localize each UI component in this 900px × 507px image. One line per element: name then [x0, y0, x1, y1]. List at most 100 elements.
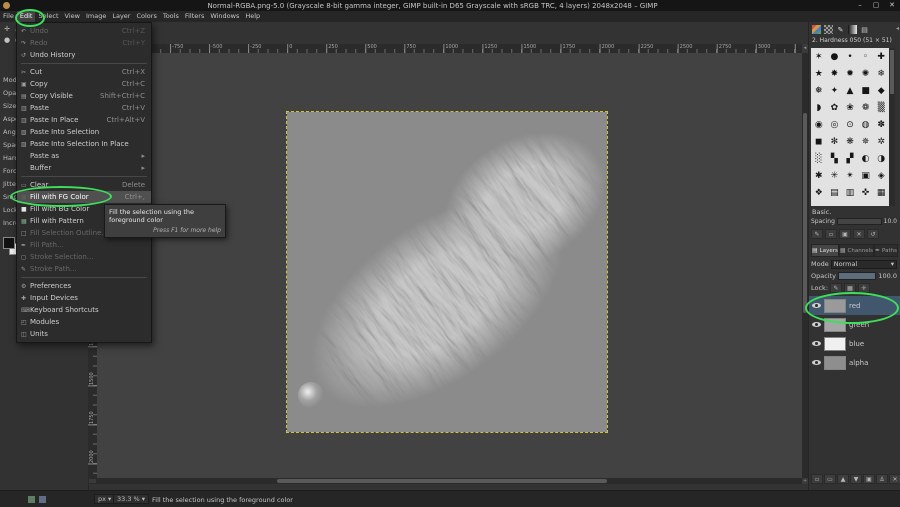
maximize-button[interactable]: ▢: [868, 0, 884, 11]
dock-tab-icon[interactable]: [860, 25, 869, 34]
horizontal-scrollbar[interactable]: [97, 478, 802, 484]
quickmask-toggle[interactable]: [88, 478, 97, 484]
brush-thumbnail[interactable]: ❁: [858, 99, 874, 116]
visibility-eye-icon[interactable]: [812, 322, 821, 327]
brush-thumbnail[interactable]: ✶: [811, 48, 827, 65]
minimize-button[interactable]: –: [852, 0, 868, 11]
menu-item[interactable]: ▧ Paste Into Selection: [17, 126, 151, 138]
brush-thumbnail[interactable]: ▚: [827, 150, 843, 167]
visibility-eye-icon[interactable]: [812, 303, 821, 308]
layers-action-button[interactable]: ▫: [811, 474, 823, 484]
brush-action-button[interactable]: ↺: [867, 229, 879, 239]
lock-toggle-button[interactable]: ✎: [830, 283, 842, 293]
layers-action-button[interactable]: ▭: [824, 474, 836, 484]
menubar-item[interactable]: Edit: [17, 11, 36, 22]
menu-item[interactable]: ▭ Clear Delete: [17, 179, 151, 191]
brush-thumbnail[interactable]: ◆: [873, 82, 889, 99]
brush-thumbnail[interactable]: ◦: [858, 48, 874, 65]
brush-thumbnail[interactable]: ❋: [842, 133, 858, 150]
zoom-select[interactable]: 33.3 % ▾: [113, 494, 149, 504]
brush-thumbnail[interactable]: ✿: [827, 99, 843, 116]
dock-tab[interactable]: ✒ Paths: [874, 244, 898, 257]
brush-thumbnail[interactable]: ▞: [842, 150, 858, 167]
lock-toggle-button[interactable]: ✛: [858, 283, 870, 293]
menu-item[interactable]: [21, 63, 147, 64]
layers-action-button[interactable]: ✕: [889, 474, 900, 484]
brush-thumbnail[interactable]: ▦: [873, 184, 889, 201]
menu-item[interactable]: ✎ Stroke Path...: [17, 263, 151, 275]
menu-item[interactable]: ✂ Cut Ctrl+X: [17, 66, 151, 78]
brush-thumbnail[interactable]: ◈: [873, 167, 889, 184]
menubar-item[interactable]: Tools: [160, 11, 182, 22]
layer-row[interactable]: red: [809, 296, 900, 315]
brush-thumbnail[interactable]: ◑: [873, 150, 889, 167]
brush-thumbnail[interactable]: ◼: [811, 133, 827, 150]
layer-row[interactable]: alpha: [809, 353, 900, 372]
dock-tab-icon[interactable]: [812, 25, 821, 34]
visibility-eye-icon[interactable]: [812, 360, 821, 365]
spacing-value[interactable]: 10.0: [884, 218, 897, 225]
brush-action-button[interactable]: ✕: [853, 229, 865, 239]
brush-thumbnail[interactable]: ◗: [811, 99, 827, 116]
tool-icon[interactable]: ✛: [2, 24, 12, 34]
brush-thumbnail[interactable]: ✸: [827, 65, 843, 82]
layer-row[interactable]: blue: [809, 334, 900, 353]
menu-item[interactable]: ◻ Stroke Selection...: [17, 251, 151, 263]
dock-tab-icon[interactable]: [848, 25, 857, 34]
brush-thumbnail[interactable]: ✴: [842, 167, 858, 184]
brush-thumbnail[interactable]: ◉: [811, 116, 827, 133]
brush-thumbnail[interactable]: ▥: [842, 184, 858, 201]
layer-thumbnail[interactable]: [824, 337, 846, 351]
menubar-item[interactable]: Select: [35, 11, 61, 22]
layers-action-button[interactable]: ⚓: [876, 474, 888, 484]
menubar-item[interactable]: File: [0, 11, 17, 22]
menu-item[interactable]: ⌨ Keyboard Shortcuts: [17, 304, 151, 316]
brush-thumbnail[interactable]: ◐: [858, 150, 874, 167]
dock-tab-icon[interactable]: [836, 25, 845, 34]
opacity-slider[interactable]: [838, 272, 876, 280]
menu-item[interactable]: ◫ Units: [17, 328, 151, 340]
brush-scrollbar-thumb[interactable]: [890, 50, 894, 94]
tool-icon[interactable]: ●: [2, 35, 12, 45]
layers-action-button[interactable]: ▣: [863, 474, 875, 484]
brush-action-button[interactable]: ✎: [811, 229, 823, 239]
brush-thumbnail[interactable]: ●: [827, 48, 843, 65]
spacing-slider[interactable]: [837, 218, 882, 225]
brush-thumbnail[interactable]: ▣: [858, 167, 874, 184]
close-button[interactable]: ✕: [884, 0, 900, 11]
dock-tab-icon[interactable]: [824, 25, 833, 34]
brush-thumbnail[interactable]: ★: [811, 65, 827, 82]
menu-item[interactable]: ✒ Fill Path...: [17, 239, 151, 251]
brush-thumbnail[interactable]: ✵: [858, 133, 874, 150]
brush-thumbnail[interactable]: ◎: [827, 116, 843, 133]
brush-thumbnail[interactable]: ▒: [873, 99, 889, 116]
layer-thumbnail[interactable]: [824, 356, 846, 370]
menubar-item[interactable]: Colors: [133, 11, 159, 22]
menu-item[interactable]: ↺ Undo History: [17, 49, 151, 61]
opacity-value[interactable]: 100.0: [878, 272, 897, 280]
canvas-image[interactable]: [287, 112, 607, 432]
layer-thumbnail[interactable]: [824, 318, 846, 332]
menu-item[interactable]: Buffer ▸: [17, 162, 151, 174]
menu-item[interactable]: ▥ Paste In Place Ctrl+Alt+V: [17, 114, 151, 126]
menubar-item[interactable]: Help: [242, 11, 263, 22]
brush-thumbnail[interactable]: ❄: [873, 65, 889, 82]
brush-thumbnail[interactable]: ▤: [827, 184, 843, 201]
menu-item[interactable]: ▨ Paste Into Selection In Place: [17, 138, 151, 150]
menubar-item[interactable]: Filters: [182, 11, 207, 22]
menu-item[interactable]: ◰ Modules: [17, 316, 151, 328]
brush-action-button[interactable]: ▣: [839, 229, 851, 239]
brush-thumbnail[interactable]: ◍: [858, 116, 874, 133]
brush-thumbnail[interactable]: ❖: [811, 184, 827, 201]
menubar-item[interactable]: Layer: [109, 11, 133, 22]
layers-action-button[interactable]: ▲: [837, 474, 849, 484]
brush-thumbnail[interactable]: ✳: [827, 167, 843, 184]
brush-thumbnail[interactable]: ❅: [811, 82, 827, 99]
brush-thumbnail[interactable]: ❀: [842, 99, 858, 116]
menu-item[interactable]: [21, 176, 147, 177]
brush-action-button[interactable]: ▫: [825, 229, 837, 239]
brush-thumbnail[interactable]: ✽: [873, 116, 889, 133]
dock-tab[interactable]: ▦ Channels: [839, 244, 874, 257]
layers-action-button[interactable]: ▼: [850, 474, 862, 484]
brush-thumbnail[interactable]: ✚: [873, 48, 889, 65]
